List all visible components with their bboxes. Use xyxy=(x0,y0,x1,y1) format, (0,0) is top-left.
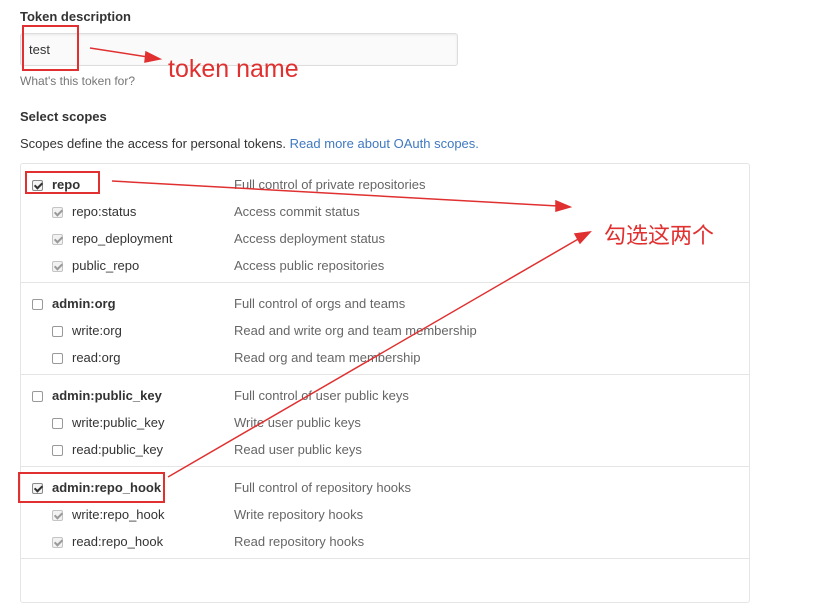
hook-arrow-line xyxy=(167,237,581,478)
token-arrow-head xyxy=(144,50,163,63)
repo-arrow-head xyxy=(555,199,573,212)
repo-arrow-line xyxy=(111,180,559,207)
annotation-arrows xyxy=(89,47,592,478)
token-arrow-line xyxy=(89,47,149,58)
hook-arrow-head xyxy=(573,230,592,245)
